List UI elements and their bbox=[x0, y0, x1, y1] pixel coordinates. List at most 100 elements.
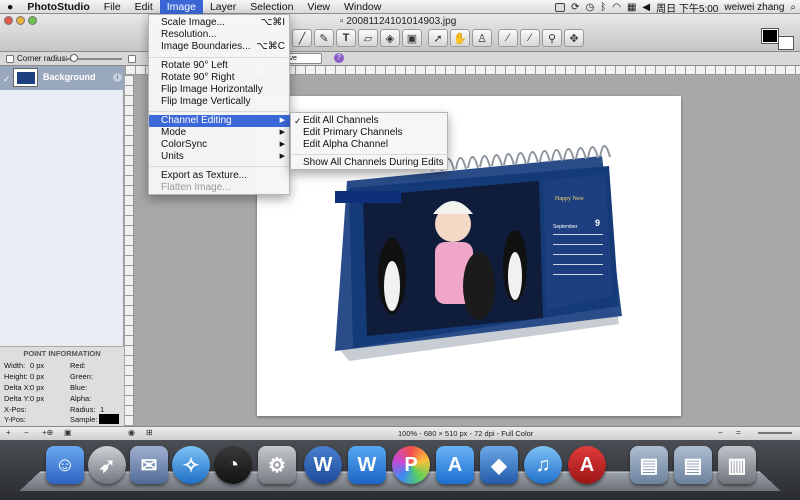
image-menu-dropdown: Scale Image... ⌥⌘I Resolution... Image Bo… bbox=[148, 14, 291, 195]
word-icon[interactable]: W bbox=[304, 446, 342, 484]
gradient-tool-icon[interactable]: ▣ bbox=[402, 29, 422, 47]
submenu-item-label: Edit Primary Channels bbox=[303, 127, 403, 138]
submenu-item-edit-primary-channels[interactable]: Edit Primary Channels bbox=[291, 127, 449, 139]
zoom-slider[interactable] bbox=[758, 432, 792, 434]
menu-edit[interactable]: Edit bbox=[128, 0, 160, 14]
trash-icon[interactable]: ▥ bbox=[718, 446, 756, 484]
zoom-tool-icon[interactable]: ⚲ bbox=[542, 29, 562, 47]
antialias-checkbox[interactable] bbox=[128, 55, 136, 63]
tool-options-bar: Corner radius: 8 ive ? bbox=[0, 52, 800, 66]
submenu-arrow-icon: ▶ bbox=[279, 153, 285, 160]
hand-tool-icon[interactable]: ✥ bbox=[564, 29, 584, 47]
foreground-color-swatch[interactable] bbox=[761, 28, 779, 44]
writer-icon[interactable]: W bbox=[348, 446, 386, 484]
stamp-tool-icon[interactable]: ♙ bbox=[472, 29, 492, 47]
documents-folder-icon[interactable]: ▤ bbox=[674, 446, 712, 484]
bluetooth-icon[interactable]: ᛒ bbox=[600, 2, 606, 13]
menu-item-colorsync[interactable]: ColorSync ▶ bbox=[149, 139, 291, 151]
pencil-tool-icon[interactable]: ✎ bbox=[314, 29, 334, 47]
remove-layer-button[interactable]: − bbox=[24, 428, 29, 437]
layout-icon[interactable]: ⊞ bbox=[146, 428, 153, 437]
menu-window[interactable]: Window bbox=[337, 0, 388, 14]
dropbox-icon[interactable]: ◆ bbox=[480, 446, 518, 484]
menu-view[interactable]: View bbox=[300, 0, 337, 14]
submenu-arrow-icon: ▶ bbox=[279, 141, 285, 148]
dropper2-tool-icon[interactable]: ⁄ bbox=[520, 29, 540, 47]
submenu-item-edit-alpha-channel[interactable]: Edit Alpha Channel bbox=[291, 139, 449, 151]
menu-separator bbox=[149, 166, 291, 167]
menu-item-rotate-left[interactable]: Rotate 90° Left bbox=[149, 60, 291, 72]
menu-item-rotate-right[interactable]: Rotate 90° Right bbox=[149, 72, 291, 84]
flag-icon[interactable]: ▦ bbox=[627, 2, 636, 13]
add-layer-button[interactable]: + bbox=[6, 428, 11, 437]
menu-item-mode[interactable]: Mode ▶ bbox=[149, 127, 291, 139]
spotlight-icon[interactable]: ⌕ bbox=[790, 2, 796, 13]
menu-item-image-boundaries[interactable]: Image Boundaries... ⌥⌘C bbox=[149, 41, 291, 53]
sync-icon[interactable]: ⟳ bbox=[571, 2, 579, 13]
eyedropper-tool-icon[interactable]: ⁄ bbox=[498, 29, 518, 47]
safari-icon[interactable]: ✧ bbox=[172, 446, 210, 484]
point-information-title: POINT INFORMATION bbox=[23, 349, 101, 358]
point-information-panel: POINT INFORMATION Width: 0 px Red: Heigh… bbox=[0, 346, 124, 426]
app-store-icon[interactable]: A bbox=[436, 446, 474, 484]
timemachine-icon[interactable]: ◷ bbox=[585, 2, 594, 13]
itunes-icon[interactable]: ♫ bbox=[524, 446, 562, 484]
menu-file[interactable]: File bbox=[97, 0, 128, 14]
acrobat-icon[interactable]: A bbox=[568, 446, 606, 484]
eraser-tool-icon[interactable]: ▱ bbox=[358, 29, 378, 47]
menu-layer[interactable]: Layer bbox=[203, 0, 243, 14]
menu-selection[interactable]: Selection bbox=[243, 0, 300, 14]
help-icon[interactable]: ? bbox=[334, 53, 344, 63]
volume-icon[interactable]: ◀︎ bbox=[642, 2, 650, 13]
bucket-tool-icon[interactable]: ◈ bbox=[380, 29, 400, 47]
close-button[interactable] bbox=[4, 16, 13, 25]
applications-folder-icon[interactable]: ▤ bbox=[630, 446, 668, 484]
menu-item-flip-horizontal[interactable]: Flip Image Horizontally bbox=[149, 84, 291, 96]
layer-row-background[interactable]: ✓ Background i bbox=[0, 66, 124, 90]
selection-rect[interactable] bbox=[335, 191, 401, 203]
launchpad-icon[interactable]: ➶ bbox=[88, 446, 126, 484]
visibility-eye-icon[interactable]: ◉ bbox=[128, 428, 135, 437]
menu-extra-icon[interactable] bbox=[555, 2, 566, 12]
pointer-tool-icon[interactable]: ➚ bbox=[428, 29, 448, 47]
user-name[interactable]: weiwei zhang bbox=[724, 2, 784, 13]
layer-info-icon[interactable]: i bbox=[113, 73, 122, 82]
background-color-swatch[interactable] bbox=[778, 36, 794, 50]
zoom-fit-icon[interactable]: = bbox=[736, 428, 741, 437]
apple-menu-icon[interactable]: ● bbox=[0, 0, 20, 14]
brush-tool-icon[interactable]: ╱ bbox=[292, 29, 312, 47]
menu-image[interactable]: Image bbox=[159, 0, 203, 14]
zoom-button[interactable] bbox=[28, 16, 37, 25]
wifi-icon[interactable]: ◠ bbox=[612, 2, 621, 13]
menu-item-label: Rotate 90° Right bbox=[161, 72, 235, 83]
red-label: Red: bbox=[70, 361, 86, 370]
mail-bird-icon[interactable]: ✉ bbox=[130, 446, 168, 484]
layer-mask-button[interactable]: ▣ bbox=[64, 428, 72, 437]
submenu-item-show-all-channels[interactable]: Show All Channels During Edits bbox=[291, 157, 449, 169]
clock[interactable]: 周日 下午5:00 bbox=[656, 0, 718, 15]
zoom-out-icon[interactable]: − bbox=[718, 428, 723, 437]
delta-y-value: 0 px bbox=[30, 394, 45, 403]
menu-item-flip-vertical[interactable]: Flip Image Vertically bbox=[149, 96, 291, 108]
minimize-button[interactable] bbox=[16, 16, 25, 25]
menu-item-units[interactable]: Units ▶ bbox=[149, 151, 291, 163]
submenu-item-edit-all-channels[interactable]: ✓ Edit All Channels bbox=[291, 115, 449, 127]
layer-visibility-check-icon[interactable]: ✓ bbox=[3, 74, 11, 85]
menu-item-channel-editing[interactable]: Channel Editing ▶ bbox=[149, 115, 291, 127]
menu-item-scale-image[interactable]: Scale Image... ⌥⌘I bbox=[149, 17, 291, 29]
text-tool-icon[interactable]: T bbox=[336, 29, 356, 47]
system-preferences-icon[interactable]: ⚙ bbox=[258, 446, 296, 484]
move-selection-tool-icon[interactable]: ✋ bbox=[450, 29, 470, 47]
menu-item-export-texture[interactable]: Export as Texture... bbox=[149, 170, 291, 182]
finder-icon[interactable]: ☺ bbox=[46, 446, 84, 484]
dashboard-icon[interactable]: ◔ bbox=[214, 446, 252, 484]
color-picker-icon[interactable]: P bbox=[392, 446, 430, 484]
menu-item-resolution[interactable]: Resolution... bbox=[149, 29, 291, 41]
radius-value: 1 bbox=[100, 405, 105, 414]
menu-app[interactable]: PhotoStudio bbox=[20, 0, 96, 14]
duplicate-layer-button[interactable]: +⊕ bbox=[42, 428, 53, 437]
x-pos-label: X-Pos: bbox=[4, 405, 27, 414]
corner-radius-checkbox[interactable] bbox=[6, 54, 14, 63]
corner-radius-slider-knob[interactable] bbox=[70, 54, 78, 62]
calendar-month: September bbox=[553, 224, 578, 230]
